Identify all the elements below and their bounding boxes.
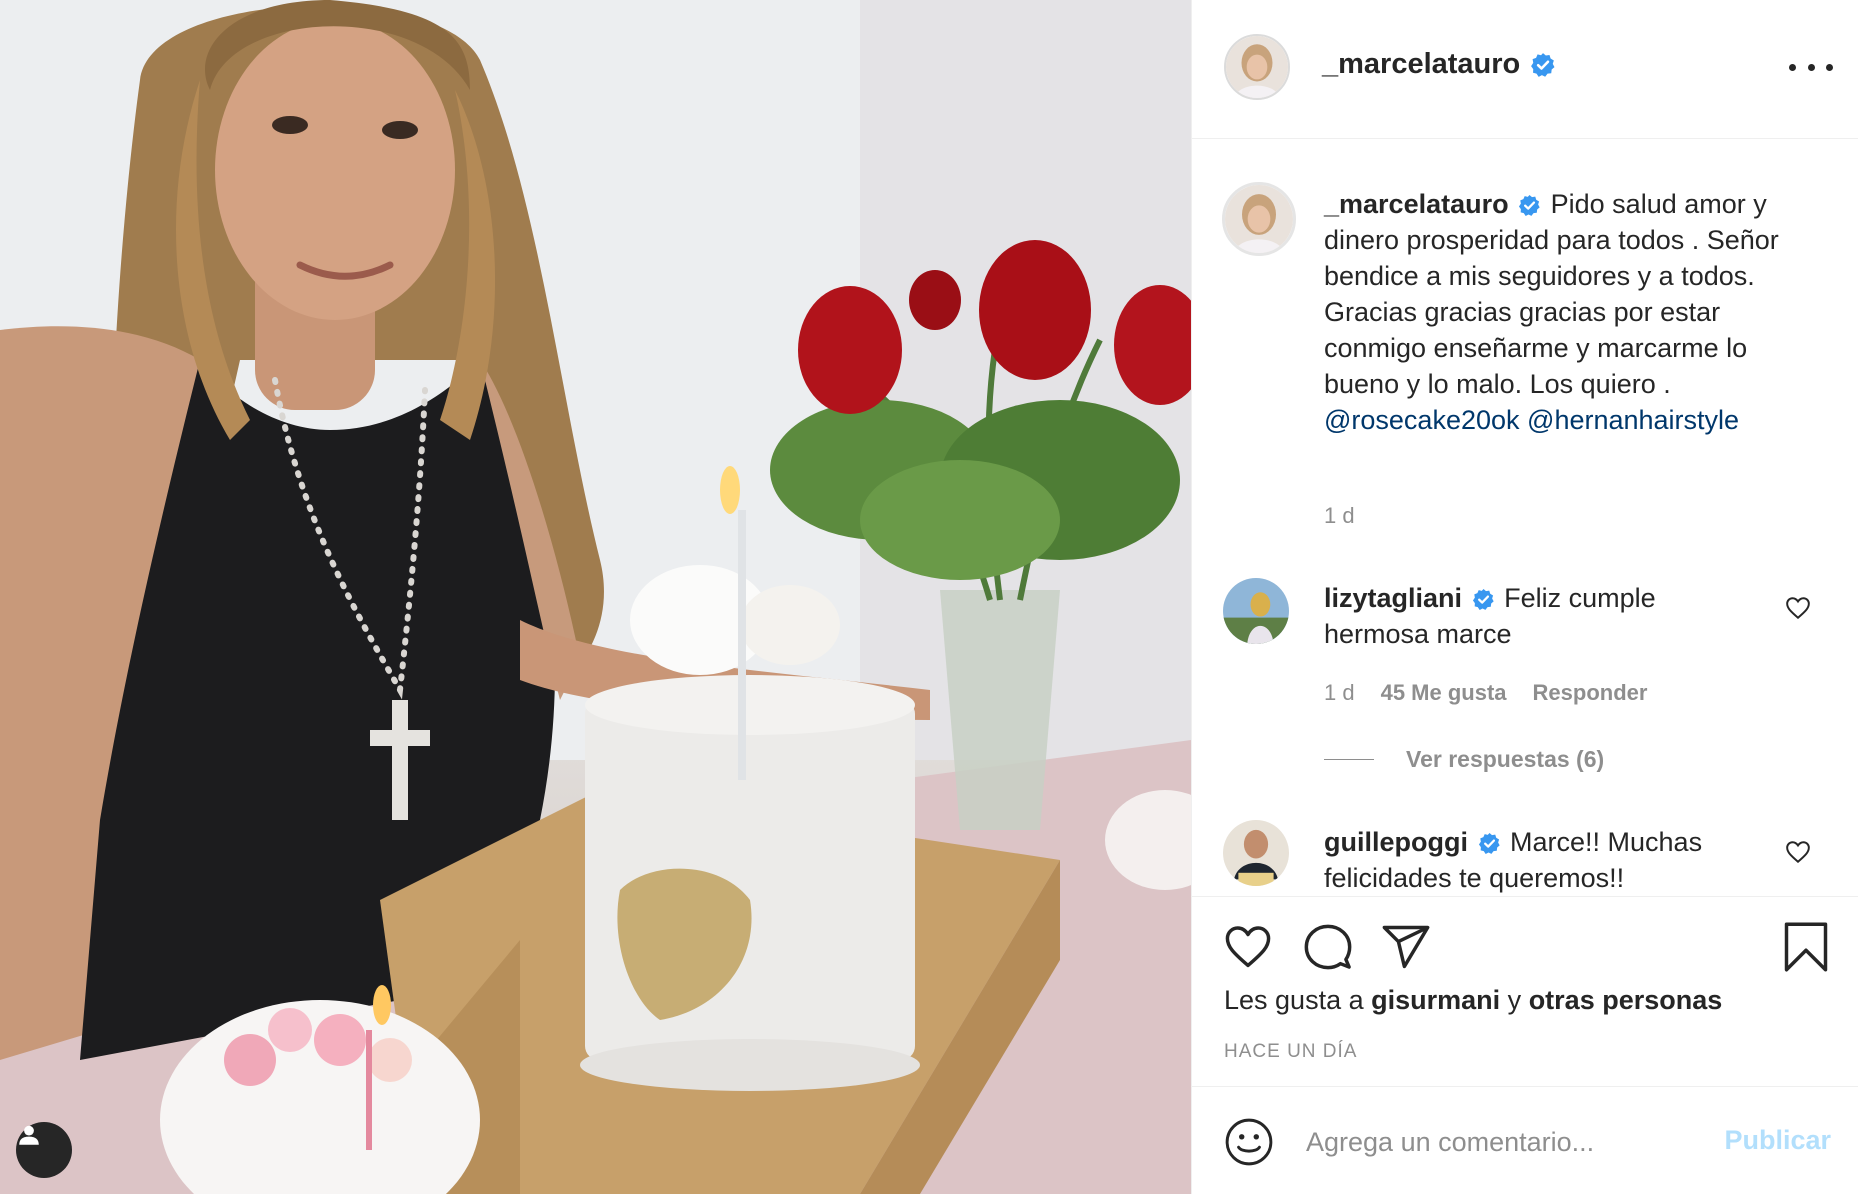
comment-meta: 1 d 45 Me gusta Responder [1324,680,1647,706]
view-replies-label[interactable]: Ver respuestas (6) [1406,746,1604,773]
caption-author-avatar[interactable] [1222,182,1296,256]
likes-summary: Les gusta a gisurmani y otras personas [1224,985,1722,1016]
likes-joiner: y [1507,985,1522,1015]
user-tag-icon [19,1125,39,1145]
replies-divider [1324,759,1374,760]
comment-username[interactable]: guillepoggi [1324,827,1468,857]
liker-username[interactable]: gisurmani [1371,985,1500,1015]
caption-username[interactable]: _marcelatauro [1324,189,1509,219]
photo-illustration [0,0,1191,1194]
emoji-icon[interactable] [1224,1117,1274,1167]
comment: guillepoggi Marce!! Muchas felicidades t… [1324,824,1764,896]
avatar-image [1226,36,1288,98]
author-username-text[interactable]: _marcelatauro [1322,48,1520,81]
comment-icon[interactable] [1302,921,1354,973]
share-icon[interactable] [1380,921,1432,973]
avatar-image [1223,820,1289,886]
comment: lizytagliani Feliz cumple hermosa marce [1324,580,1764,652]
comment-likes-count[interactable]: 45 Me gusta [1381,680,1507,706]
mention-link[interactable]: @hernanhairstyle [1527,405,1739,435]
commenter-avatar[interactable] [1223,578,1289,644]
heart-icon[interactable] [1222,921,1274,973]
commenter-avatar[interactable] [1223,820,1289,886]
post-side-panel: _marcelatauro _marcelatauro Pido salud a… [1191,0,1858,1194]
likes-prefix: Les gusta a [1224,985,1364,1015]
verified-icon [1472,589,1494,611]
likes-others-link[interactable]: otras personas [1529,985,1723,1015]
verified-icon [1478,833,1500,855]
caption-text: Pido salud amor y dinero prosperidad par… [1324,189,1779,399]
bookmark-icon[interactable] [1780,921,1832,973]
view-replies-button[interactable]: Ver respuestas (6) [1324,746,1604,773]
author-avatar[interactable] [1224,34,1290,100]
avatar-image [1223,578,1289,644]
post-actions: Les gusta a gisurmani y otras personas H… [1192,896,1858,1086]
mention-link[interactable]: @rosecake20ok [1324,405,1520,435]
comment-username[interactable]: lizytagliani [1324,583,1462,613]
reply-button[interactable]: Responder [1533,680,1648,706]
add-comment-bar: Publicar [1192,1086,1858,1194]
verified-icon [1531,52,1555,77]
caption-time[interactable]: 1 d [1324,503,1355,529]
publish-button[interactable]: Publicar [1724,1125,1831,1156]
post-photo[interactable] [0,0,1191,1194]
comment-like-heart-icon[interactable] [1785,596,1811,620]
comment-input[interactable] [1304,1113,1708,1171]
verified-icon [1519,195,1540,217]
author-username[interactable]: _marcelatauro [1322,48,1556,81]
comment-time[interactable]: 1 d [1324,680,1355,706]
post-timestamp[interactable]: HACE UN DÍA [1224,1041,1357,1063]
user-tag-button[interactable] [16,1122,72,1178]
caption: _marcelatauro Pido salud amor y dinero p… [1324,186,1824,438]
comment-like-heart-icon[interactable] [1785,840,1811,864]
post-header-overlay: _marcelatauro [1192,0,1858,139]
instagram-post-view: _marcelatauro _marcelatauro Pido salud a… [0,0,1858,1194]
more-options-icon[interactable] [1789,52,1833,82]
avatar-image [1225,185,1293,253]
